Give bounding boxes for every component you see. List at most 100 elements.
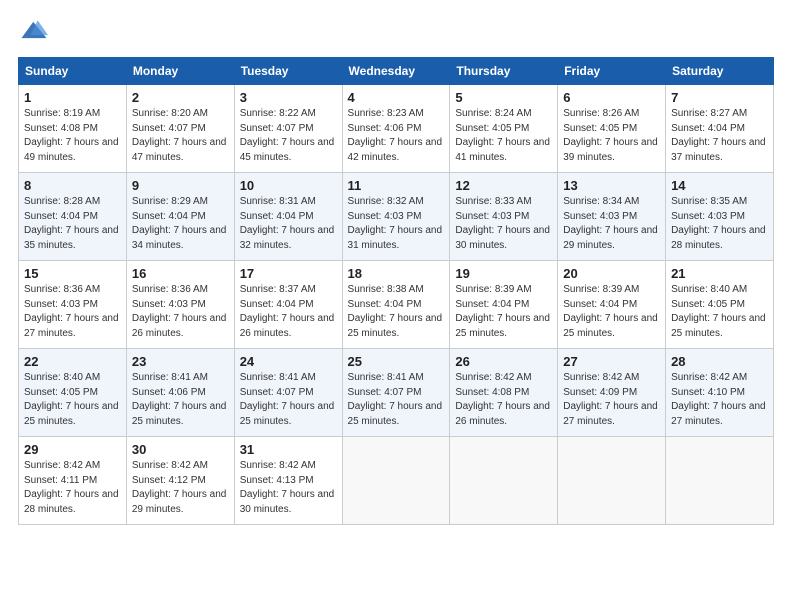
calendar-cell: 11 Sunrise: 8:32 AMSunset: 4:03 PMDayligh… [342, 173, 450, 261]
calendar-cell: 29 Sunrise: 8:42 AMSunset: 4:11 PMDayligh… [19, 437, 127, 525]
day-detail: Sunrise: 8:34 AMSunset: 4:03 PMDaylight:… [563, 195, 660, 253]
day-number: 13 [563, 178, 660, 193]
day-detail: Sunrise: 8:41 AMSunset: 4:06 PMDaylight:… [132, 371, 229, 429]
day-detail: Sunrise: 8:42 AMSunset: 4:09 PMDaylight:… [563, 371, 660, 429]
calendar-cell: 20 Sunrise: 8:39 AMSunset: 4:04 PMDayligh… [558, 261, 666, 349]
day-number: 17 [240, 266, 337, 281]
calendar-cell: 14 Sunrise: 8:35 AMSunset: 4:03 PMDayligh… [666, 173, 774, 261]
day-number: 3 [240, 90, 337, 105]
day-number: 19 [455, 266, 552, 281]
day-number: 8 [24, 178, 121, 193]
calendar-cell: 28 Sunrise: 8:42 AMSunset: 4:10 PMDayligh… [666, 349, 774, 437]
calendar-cell: 27 Sunrise: 8:42 AMSunset: 4:09 PMDayligh… [558, 349, 666, 437]
day-detail: Sunrise: 8:24 AMSunset: 4:05 PMDaylight:… [455, 107, 552, 165]
calendar-cell [342, 437, 450, 525]
logo [18, 18, 50, 47]
day-detail: Sunrise: 8:42 AMSunset: 4:12 PMDaylight:… [132, 459, 229, 517]
calendar-cell: 5 Sunrise: 8:24 AMSunset: 4:05 PMDaylight… [450, 85, 558, 173]
calendar-cell: 4Sunrise: 8:23 AMSunset: 4:06 PMDaylight… [342, 85, 450, 173]
day-detail: Sunrise: 8:32 AMSunset: 4:03 PMDaylight:… [348, 195, 445, 253]
day-detail: Sunrise: 8:33 AMSunset: 4:03 PMDaylight:… [455, 195, 552, 253]
weekday-header-sunday: Sunday [19, 58, 127, 85]
calendar-cell: 15Sunrise: 8:36 AMSunset: 4:03 PMDayligh… [19, 261, 127, 349]
calendar-cell: 30 Sunrise: 8:42 AMSunset: 4:12 PMDayligh… [126, 437, 234, 525]
calendar-cell [450, 437, 558, 525]
calendar-cell: 18Sunrise: 8:38 AMSunset: 4:04 PMDayligh… [342, 261, 450, 349]
calendar-cell: 2Sunrise: 8:20 AMSunset: 4:07 PMDaylight… [126, 85, 234, 173]
calendar-cell: 7 Sunrise: 8:27 AMSunset: 4:04 PMDaylight… [666, 85, 774, 173]
weekday-header-row: SundayMondayTuesdayWednesdayThursdayFrid… [19, 58, 774, 85]
page: SundayMondayTuesdayWednesdayThursdayFrid… [0, 0, 792, 612]
calendar-week-row: 1 Sunrise: 8:19 AMSunset: 4:08 PMDaylight… [19, 85, 774, 173]
calendar-cell: 10 Sunrise: 8:31 AMSunset: 4:04 PMDayligh… [234, 173, 342, 261]
calendar-cell: 13 Sunrise: 8:34 AMSunset: 4:03 PMDayligh… [558, 173, 666, 261]
calendar-cell: 17 Sunrise: 8:37 AMSunset: 4:04 PMDayligh… [234, 261, 342, 349]
day-number: 27 [563, 354, 660, 369]
day-number: 18 [348, 266, 445, 281]
day-number: 7 [671, 90, 768, 105]
day-number: 30 [132, 442, 229, 457]
day-detail: Sunrise: 8:40 AMSunset: 4:05 PMDaylight:… [671, 283, 768, 341]
day-number: 4 [348, 90, 445, 105]
calendar-cell: 12 Sunrise: 8:33 AMSunset: 4:03 PMDayligh… [450, 173, 558, 261]
day-number: 26 [455, 354, 552, 369]
calendar-cell: 16Sunrise: 8:36 AMSunset: 4:03 PMDayligh… [126, 261, 234, 349]
day-number: 20 [563, 266, 660, 281]
calendar-week-row: 22 Sunrise: 8:40 AMSunset: 4:05 PMDayligh… [19, 349, 774, 437]
day-number: 10 [240, 178, 337, 193]
day-number: 11 [348, 178, 445, 193]
header [18, 18, 774, 47]
day-detail: Sunrise: 8:27 AMSunset: 4:04 PMDaylight:… [671, 107, 768, 165]
day-number: 5 [455, 90, 552, 105]
day-detail: Sunrise: 8:41 AMSunset: 4:07 PMDaylight:… [348, 371, 445, 429]
day-detail: Sunrise: 8:39 AMSunset: 4:04 PMDaylight:… [563, 283, 660, 341]
calendar-cell [558, 437, 666, 525]
day-detail: Sunrise: 8:35 AMSunset: 4:03 PMDaylight:… [671, 195, 768, 253]
day-number: 1 [24, 90, 121, 105]
calendar-cell: 23 Sunrise: 8:41 AMSunset: 4:06 PMDayligh… [126, 349, 234, 437]
calendar-cell: 22 Sunrise: 8:40 AMSunset: 4:05 PMDayligh… [19, 349, 127, 437]
day-detail: Sunrise: 8:29 AMSunset: 4:04 PMDaylight:… [132, 195, 229, 253]
calendar-cell [666, 437, 774, 525]
day-number: 14 [671, 178, 768, 193]
day-detail: Sunrise: 8:26 AMSunset: 4:05 PMDaylight:… [563, 107, 660, 165]
day-number: 23 [132, 354, 229, 369]
day-number: 22 [24, 354, 121, 369]
logo-icon [20, 18, 48, 42]
day-number: 12 [455, 178, 552, 193]
calendar-cell: 19 Sunrise: 8:39 AMSunset: 4:04 PMDayligh… [450, 261, 558, 349]
day-number: 9 [132, 178, 229, 193]
day-detail: Sunrise: 8:28 AMSunset: 4:04 PMDaylight:… [24, 195, 121, 253]
day-detail: Sunrise: 8:42 AMSunset: 4:10 PMDaylight:… [671, 371, 768, 429]
day-detail: Sunrise: 8:40 AMSunset: 4:05 PMDaylight:… [24, 371, 121, 429]
calendar-cell: 31Sunrise: 8:42 AMSunset: 4:13 PMDayligh… [234, 437, 342, 525]
calendar-week-row: 29 Sunrise: 8:42 AMSunset: 4:11 PMDayligh… [19, 437, 774, 525]
day-number: 24 [240, 354, 337, 369]
weekday-header-wednesday: Wednesday [342, 58, 450, 85]
day-detail: Sunrise: 8:31 AMSunset: 4:04 PMDaylight:… [240, 195, 337, 253]
day-number: 28 [671, 354, 768, 369]
calendar-cell: 8 Sunrise: 8:28 AMSunset: 4:04 PMDaylight… [19, 173, 127, 261]
day-detail: Sunrise: 8:42 AMSunset: 4:11 PMDaylight:… [24, 459, 121, 517]
day-detail: Sunrise: 8:37 AMSunset: 4:04 PMDaylight:… [240, 283, 337, 341]
weekday-header-thursday: Thursday [450, 58, 558, 85]
day-detail: Sunrise: 8:20 AMSunset: 4:07 PMDaylight:… [132, 107, 229, 165]
day-number: 29 [24, 442, 121, 457]
day-detail: Sunrise: 8:19 AMSunset: 4:08 PMDaylight:… [24, 107, 121, 165]
day-detail: Sunrise: 8:39 AMSunset: 4:04 PMDaylight:… [455, 283, 552, 341]
calendar-cell: 3Sunrise: 8:22 AMSunset: 4:07 PMDaylight… [234, 85, 342, 173]
calendar-cell: 25 Sunrise: 8:41 AMSunset: 4:07 PMDayligh… [342, 349, 450, 437]
calendar-cell: 9 Sunrise: 8:29 AMSunset: 4:04 PMDaylight… [126, 173, 234, 261]
day-detail: Sunrise: 8:36 AMSunset: 4:03 PMDaylight:… [132, 283, 229, 341]
calendar-cell: 6Sunrise: 8:26 AMSunset: 4:05 PMDaylight… [558, 85, 666, 173]
weekday-header-monday: Monday [126, 58, 234, 85]
day-number: 25 [348, 354, 445, 369]
calendar-cell: 1 Sunrise: 8:19 AMSunset: 4:08 PMDaylight… [19, 85, 127, 173]
day-number: 15 [24, 266, 121, 281]
weekday-header-tuesday: Tuesday [234, 58, 342, 85]
calendar-week-row: 15 Sunrise: 8:36 AMSunset: 4:03 PMDayligh… [19, 261, 774, 349]
weekday-header-saturday: Saturday [666, 58, 774, 85]
calendar-cell: 26Sunrise: 8:42 AMSunset: 4:08 PMDayligh… [450, 349, 558, 437]
day-number: 31 [240, 442, 337, 457]
weekday-header-friday: Friday [558, 58, 666, 85]
